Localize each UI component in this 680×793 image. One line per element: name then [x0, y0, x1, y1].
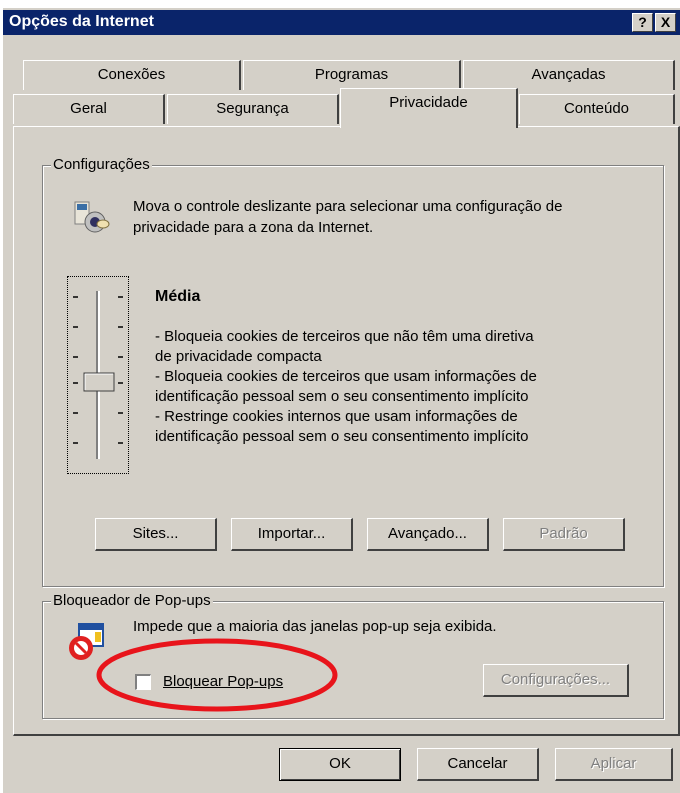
- tab-conteudo[interactable]: Conteúdo: [519, 94, 675, 124]
- level-line-5: - Restringe cookies internos que usam in…: [155, 408, 518, 425]
- privacy-level-title: Média: [155, 288, 201, 305]
- import-button[interactable]: Importar...: [231, 518, 353, 551]
- apply-button[interactable]: Aplicar: [555, 748, 673, 781]
- level-line-1: - Bloqueia cookies de terceiros que não …: [155, 328, 534, 345]
- popup-blocker-group: Bloqueador de Pop-ups Impede que a maior…: [42, 592, 664, 719]
- window-title: Opções da Internet: [9, 13, 154, 30]
- block-popups-label[interactable]: Bloquear Pop-ups: [163, 671, 283, 692]
- popup-description: Impede que a maioria das janelas pop-up …: [133, 618, 497, 635]
- popup-settings-button[interactable]: Configurações...: [483, 664, 629, 697]
- settings-group-label: Configurações: [51, 156, 152, 173]
- help-button[interactable]: ?: [632, 13, 653, 32]
- tab-seguranca[interactable]: Segurança: [167, 94, 339, 124]
- popup-blocker-icon: [67, 622, 107, 662]
- block-popups-checkbox[interactable]: [135, 674, 151, 690]
- settings-group: Configurações Mova o controle deslizante…: [42, 156, 664, 587]
- level-line-4: identificação pessoal sem o seu consenti…: [155, 388, 529, 405]
- level-line-6: identificação pessoal sem o seu consenti…: [155, 428, 529, 445]
- tab-programas[interactable]: Programas: [243, 60, 461, 90]
- sites-button[interactable]: Sites...: [95, 518, 217, 551]
- ok-button[interactable]: OK: [279, 748, 401, 781]
- privacy-level-slider[interactable]: [67, 276, 129, 474]
- tab-avancadas[interactable]: Avançadas: [463, 60, 675, 90]
- default-button[interactable]: Padrão: [503, 518, 625, 551]
- tab-panel-privacidade: Configurações Mova o controle deslizante…: [13, 126, 680, 736]
- settings-intro-text: Mova o controle deslizante para selecion…: [133, 198, 563, 236]
- level-line-2: de privacidade compacta: [155, 348, 322, 365]
- internet-options-window: Opções da Internet ? X Conexões Programa…: [3, 8, 680, 793]
- title-bar: Opções da Internet ? X: [3, 10, 680, 35]
- tab-geral[interactable]: Geral: [13, 94, 165, 124]
- advanced-button[interactable]: Avançado...: [367, 518, 489, 551]
- level-line-3: - Bloqueia cookies de terceiros que usam…: [155, 368, 537, 385]
- cancel-button[interactable]: Cancelar: [417, 748, 539, 781]
- close-button[interactable]: X: [655, 13, 676, 32]
- privacy-icon: [73, 200, 111, 234]
- tab-privacidade[interactable]: Privacidade: [340, 88, 518, 128]
- tab-conexoes[interactable]: Conexões: [23, 60, 241, 90]
- popup-group-label: Bloqueador de Pop-ups: [51, 592, 213, 609]
